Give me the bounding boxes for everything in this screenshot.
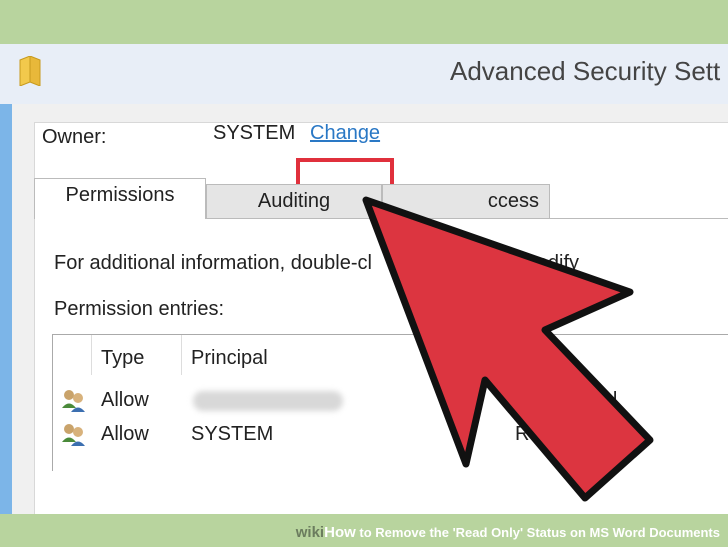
entry-type: Allow [101, 389, 149, 411]
column-header-access[interactable]: Acc [515, 347, 548, 370]
users-icon [62, 424, 85, 446]
tab-effective-access-label: ccess [487, 190, 539, 212]
footer-wiki: wiki [295, 524, 325, 541]
window-title: Advanced Security Sett [450, 56, 721, 86]
footer-how: How [324, 524, 356, 541]
entry-access: Full Control [515, 389, 618, 411]
footer-title: to Remove the 'Read Only' Status on MS W… [355, 525, 720, 540]
footer-banner: wikiHow to Remove the 'Read Only' Status… [0, 514, 728, 547]
info-text-end: try. To modify [461, 252, 580, 274]
info-text: For additional information, double-cl try… [54, 252, 579, 275]
permission-entries-list[interactable]: Type Principal Acc Allow Full Control Al… [52, 334, 728, 471]
column-header-principal[interactable]: Principal [191, 347, 268, 370]
redacted-principal [193, 391, 343, 411]
tab-auditing[interactable]: Auditing [206, 184, 382, 218]
column-separator [505, 335, 506, 375]
tab-permissions[interactable]: Permissions [34, 178, 206, 219]
folder-icon [19, 56, 41, 86]
column-header-type[interactable]: Type [101, 347, 144, 370]
column-separator [181, 335, 182, 375]
entry-access: Read [515, 423, 563, 445]
table-row[interactable]: Allow SYSTEM Read [53, 419, 728, 453]
tab-bar: Permissions Auditing ccess [34, 178, 728, 219]
info-text-start: For additional information, double-cl [54, 252, 372, 274]
owner-label: Owner: [42, 126, 107, 148]
tab-effective-access[interactable]: ccess [382, 184, 550, 218]
footer-caption: wikiHow to Remove the 'Read Only' Status… [296, 524, 720, 541]
permission-entries-label: Permission entries: [54, 298, 225, 320]
change-owner-link[interactable]: Change [310, 122, 380, 145]
table-row[interactable]: Allow Full Control [53, 385, 728, 419]
owner-value: SYSTEM [213, 122, 296, 144]
entry-principal: SYSTEM [191, 423, 274, 445]
title-bar[interactable]: Advanced Security Sett [0, 44, 728, 104]
column-separator [91, 335, 92, 375]
entry-type: Allow [101, 423, 149, 445]
users-icon [62, 390, 85, 412]
